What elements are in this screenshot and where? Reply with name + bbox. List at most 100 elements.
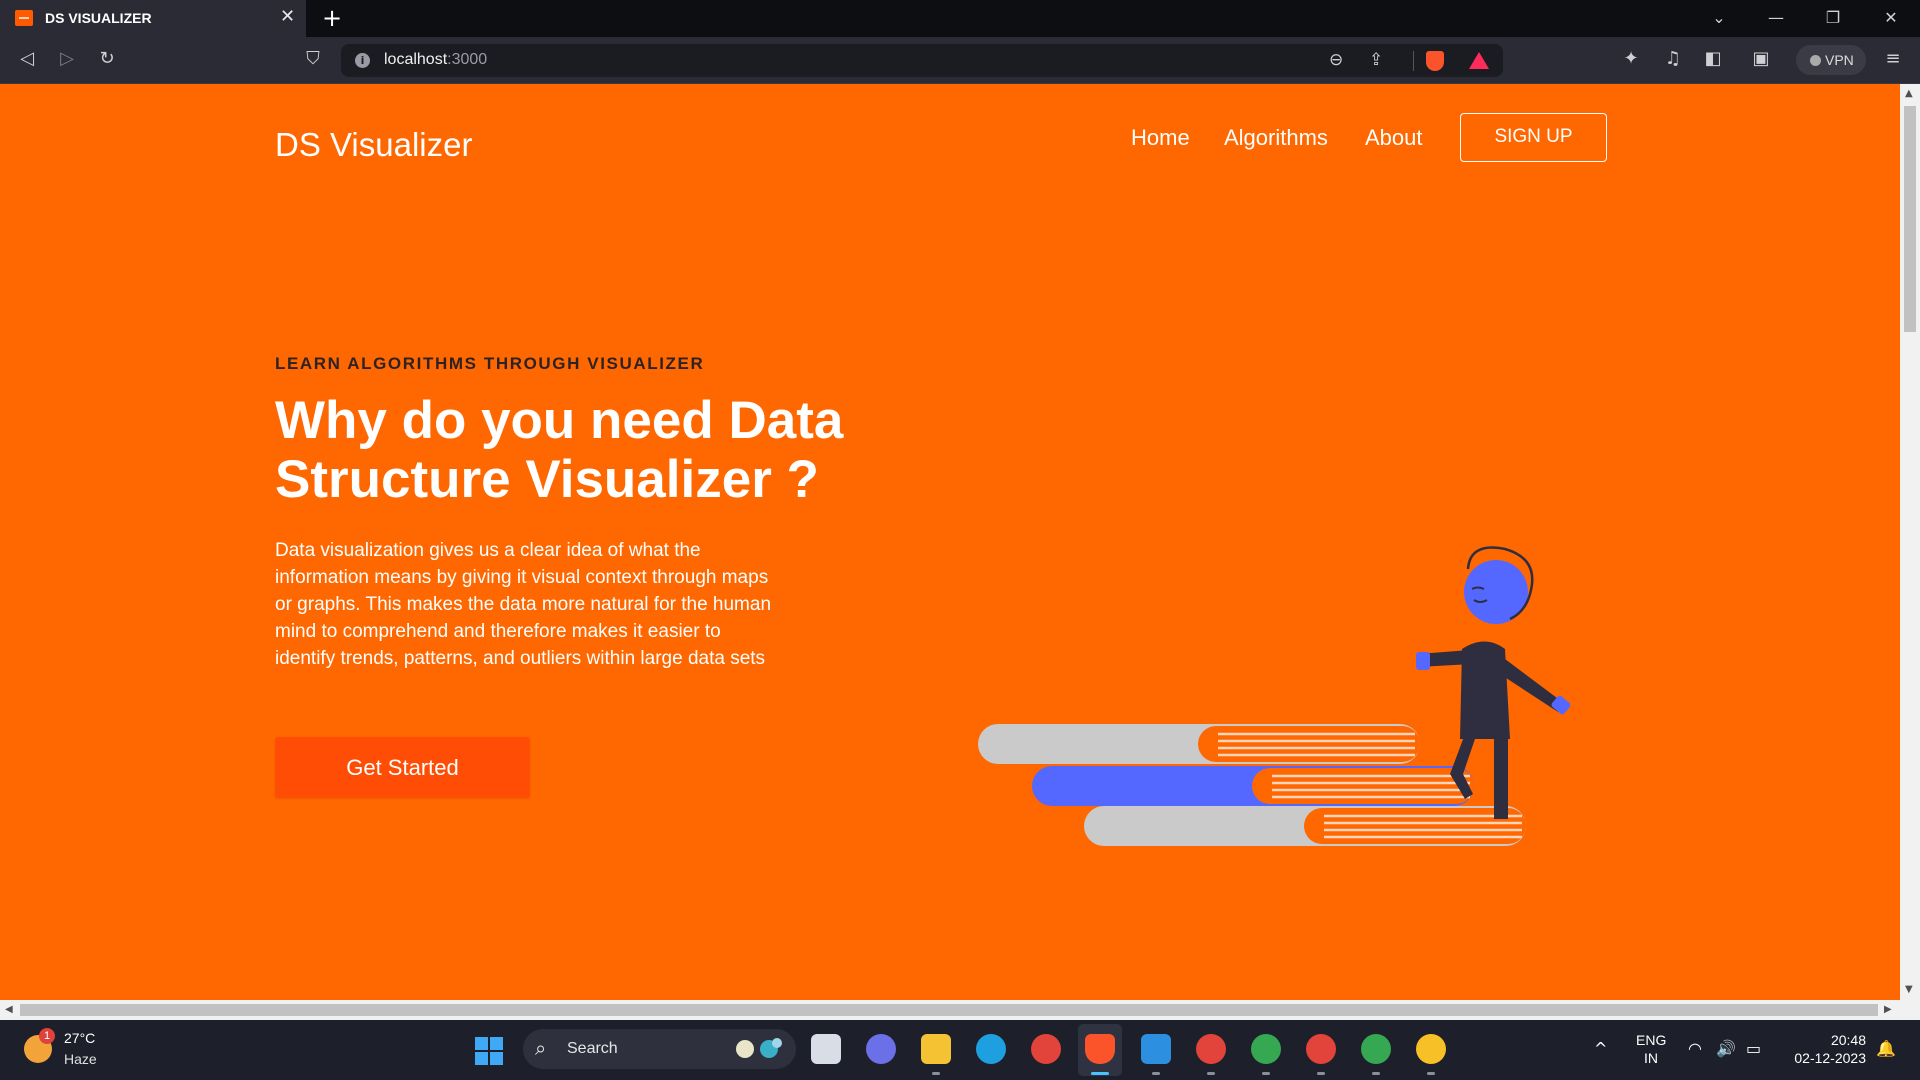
teams-chat-icon[interactable] bbox=[866, 1034, 896, 1064]
show-hidden-icons-chevron-icon[interactable]: ^ bbox=[1594, 1038, 1607, 1060]
close-window-icon[interactable]: ✕ bbox=[1876, 6, 1906, 30]
bookmark-icon[interactable]: ⛉ bbox=[300, 48, 326, 70]
media-icon[interactable]: ♫ bbox=[1660, 48, 1686, 70]
task-view-icon[interactable] bbox=[811, 1034, 841, 1064]
url-text[interactable]: localhost:3000 bbox=[384, 51, 487, 69]
vertical-scrollbar[interactable]: ▲ ▼ bbox=[1900, 84, 1920, 1000]
forward-icon[interactable]: ▷ bbox=[54, 48, 80, 70]
zoom-icon[interactable]: ⊖ bbox=[1329, 50, 1343, 70]
weather-temperature: 27°C bbox=[64, 1030, 96, 1046]
nav-algorithms-link[interactable]: Algorithms bbox=[1224, 125, 1328, 151]
start-tile bbox=[475, 1037, 488, 1050]
volume-icon[interactable]: 🔊 bbox=[1716, 1038, 1736, 1060]
chrome-profile-icon[interactable] bbox=[1251, 1034, 1281, 1064]
nav-about-link[interactable]: About bbox=[1365, 125, 1423, 151]
chrome-profile-icon[interactable] bbox=[1416, 1034, 1446, 1064]
hero-eyebrow: LEARN ALGORITHMS THROUGH VISUALIZER bbox=[275, 354, 705, 373]
taskbar-search[interactable]: ⌕ Search bbox=[523, 1029, 796, 1069]
reload-icon[interactable]: ↻ bbox=[94, 48, 120, 70]
sign-up-button[interactable]: SIGN UP bbox=[1460, 113, 1607, 162]
taskbar-clock[interactable]: 20:48 02-12-2023 bbox=[1782, 1031, 1866, 1067]
book-middle-pages bbox=[1252, 768, 1474, 804]
app-running-indicator bbox=[932, 1072, 940, 1075]
file-explorer-icon[interactable] bbox=[921, 1034, 951, 1064]
hero-headline: Why do you need Data Structure Visualize… bbox=[275, 391, 844, 509]
vscode-icon[interactable] bbox=[1141, 1034, 1171, 1064]
start-tile bbox=[475, 1052, 488, 1065]
clock-time: 20:48 bbox=[1830, 1032, 1866, 1048]
horizontal-scroll-thumb[interactable] bbox=[20, 1004, 1878, 1016]
notifications-bell-icon[interactable]: 🔔 bbox=[1876, 1038, 1896, 1060]
edge-icon[interactable] bbox=[976, 1034, 1006, 1064]
browser-tab[interactable]: DS VISUALIZER ✕ bbox=[0, 0, 306, 37]
url-port: :3000 bbox=[447, 51, 488, 68]
scroll-left-arrow-icon[interactable]: ◀ bbox=[5, 1004, 13, 1016]
start-tile bbox=[490, 1052, 503, 1065]
app-running-indicator bbox=[1372, 1072, 1380, 1075]
clock-date: 02-12-2023 bbox=[1794, 1050, 1866, 1066]
site-favicon-icon bbox=[15, 10, 33, 26]
site-brand[interactable]: DS Visualizer bbox=[275, 126, 472, 164]
extensions-icon[interactable]: ✦ bbox=[1618, 48, 1644, 70]
search-icon: ⌕ bbox=[535, 1036, 547, 1060]
start-tile bbox=[490, 1037, 503, 1050]
weather-badge: 1 bbox=[39, 1028, 55, 1044]
back-icon[interactable]: ◁ bbox=[14, 48, 40, 70]
input-language-indicator[interactable]: ENG IN bbox=[1636, 1031, 1666, 1067]
vertical-scroll-thumb[interactable] bbox=[1904, 106, 1916, 332]
scroll-down-arrow-icon[interactable]: ▼ bbox=[1905, 984, 1913, 996]
vpn-label: VPN bbox=[1825, 52, 1854, 68]
brave-shields-icon[interactable] bbox=[1426, 51, 1444, 71]
address-bar-divider bbox=[1413, 51, 1414, 71]
start-button[interactable] bbox=[475, 1037, 503, 1065]
page-viewport: DS Visualizer Home Algorithms About SIGN… bbox=[0, 84, 1900, 1000]
chrome-profile-icon[interactable] bbox=[1196, 1034, 1226, 1064]
brave-icon[interactable] bbox=[1085, 1034, 1115, 1064]
minimize-window-icon[interactable]: — bbox=[1761, 6, 1791, 30]
sidebar-icon[interactable]: ◧ bbox=[1700, 48, 1726, 70]
get-started-button[interactable]: Get Started bbox=[275, 737, 530, 798]
nav-home-link[interactable]: Home bbox=[1131, 125, 1190, 151]
app-running-indicator bbox=[1152, 1072, 1160, 1075]
horizontal-scrollbar[interactable]: ◀ ▶ bbox=[0, 1000, 1920, 1020]
chrome-profile-icon[interactable] bbox=[1361, 1034, 1391, 1064]
tab-title: DS VISUALIZER bbox=[45, 10, 152, 26]
app-active-indicator bbox=[1091, 1072, 1109, 1075]
brave-rewards-icon[interactable] bbox=[1469, 52, 1489, 69]
chrome-profile-icon[interactable] bbox=[1306, 1034, 1336, 1064]
weather-condition: Haze bbox=[64, 1051, 97, 1067]
share-icon[interactable]: ⇪ bbox=[1369, 50, 1383, 70]
wifi-icon[interactable]: ◠ bbox=[1688, 1038, 1702, 1060]
menu-icon[interactable]: ≡ bbox=[1880, 48, 1906, 70]
language-code: ENG bbox=[1636, 1032, 1667, 1048]
new-tab-icon[interactable]: + bbox=[322, 4, 342, 32]
vpn-status-icon bbox=[1810, 55, 1821, 66]
app-running-indicator bbox=[1207, 1072, 1215, 1075]
book-bottom-pages bbox=[1304, 808, 1526, 844]
chrome-icon[interactable] bbox=[1031, 1034, 1061, 1064]
app-running-indicator bbox=[1317, 1072, 1325, 1075]
address-bar[interactable]: i localhost:3000 ⊖ ⇪ bbox=[341, 44, 1503, 77]
scroll-up-arrow-icon[interactable]: ▲ bbox=[1905, 88, 1913, 100]
vpn-button[interactable]: VPN bbox=[1796, 45, 1866, 75]
taskbar-search-placeholder: Search bbox=[567, 1040, 618, 1057]
hero-description: Data visualization gives us a clear idea… bbox=[275, 540, 772, 669]
hero-illustration bbox=[978, 546, 1571, 846]
site-info-icon[interactable]: i bbox=[355, 53, 370, 68]
battery-icon[interactable]: ▭ bbox=[1746, 1038, 1761, 1060]
app-running-indicator bbox=[1262, 1072, 1270, 1075]
close-tab-icon[interactable]: ✕ bbox=[280, 7, 295, 27]
wallet-icon[interactable]: ▣ bbox=[1748, 48, 1774, 70]
region-code: IN bbox=[1644, 1050, 1658, 1066]
browser-tab-strip: DS VISUALIZER ✕ + ⌄ — ❐ ✕ bbox=[0, 0, 1920, 37]
restore-window-icon[interactable]: ❐ bbox=[1818, 6, 1848, 30]
book-stack bbox=[978, 724, 1526, 846]
browser-toolbar: ◁ ▷ ↻ ⛉ i localhost:3000 ⊖ ⇪ ✦ ♫ ◧ ▣ VPN… bbox=[0, 37, 1920, 84]
app-running-indicator bbox=[1427, 1072, 1435, 1075]
windows-taskbar: 1 27°C Haze ⌕ Search ^ ENG IN ◠ 🔊 ▭ 20:4… bbox=[0, 1020, 1920, 1080]
search-highlight-icon bbox=[736, 1038, 782, 1058]
scroll-right-arrow-icon[interactable]: ▶ bbox=[1884, 1004, 1892, 1016]
tab-search-chevron-icon[interactable]: ⌄ bbox=[1704, 6, 1734, 30]
book-top-pages bbox=[1198, 726, 1420, 762]
url-host: localhost bbox=[384, 51, 448, 68]
